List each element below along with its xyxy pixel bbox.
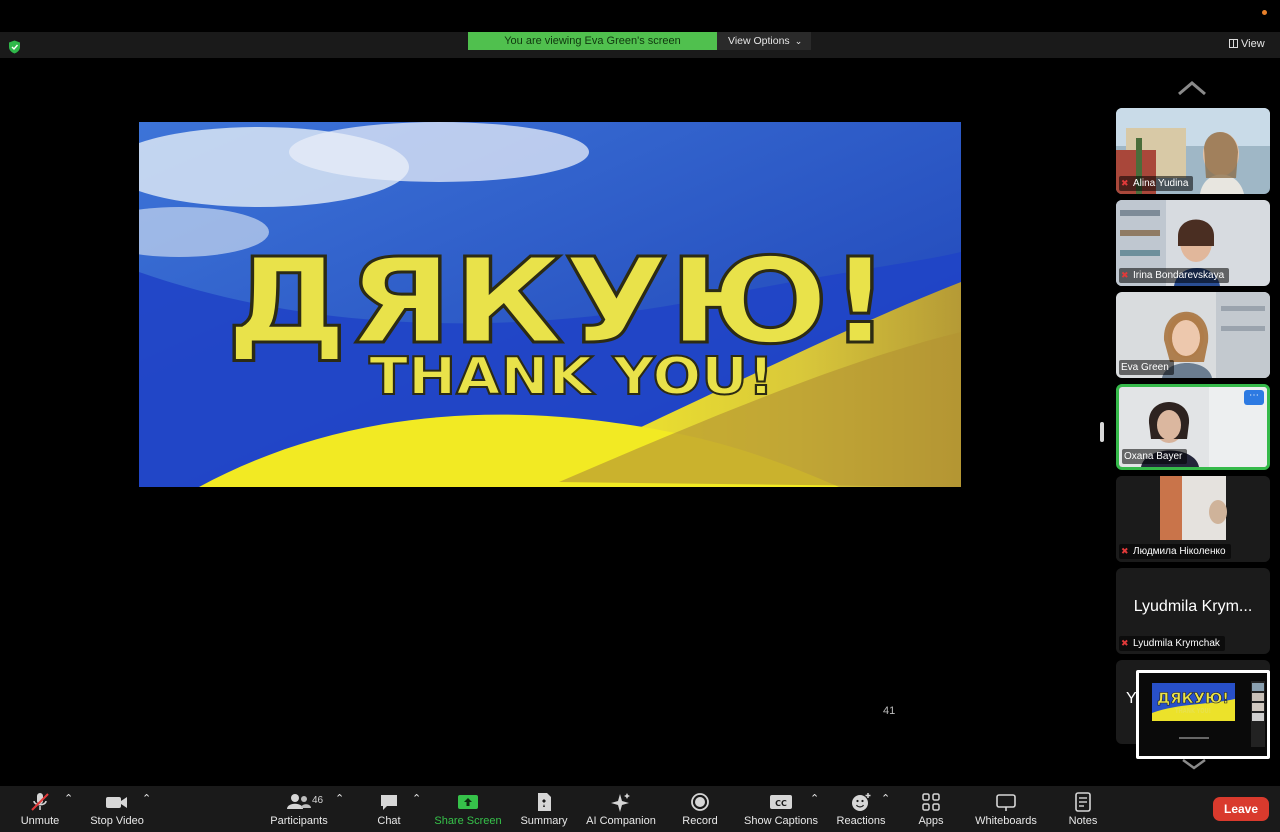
record-button[interactable]: Record	[680, 792, 720, 830]
summary-label: Summary	[520, 815, 568, 827]
thumbnail-image: ДЯКУЮ! THANK YOU!	[1139, 673, 1267, 756]
video-camera-icon	[106, 797, 127, 808]
whiteboards-label: Whiteboards	[975, 815, 1037, 827]
participant-tile[interactable]: ✖ Irina Bondarevskaya	[1116, 200, 1270, 286]
active-speaker-tile[interactable]: ⋯ Oxana Bayer	[1116, 384, 1270, 470]
share-screen-button[interactable]: Share Screen	[434, 792, 502, 830]
record-label: Record	[682, 815, 718, 827]
resize-handle[interactable]	[1100, 422, 1104, 442]
apps-grid-icon	[922, 793, 940, 811]
whiteboards-button[interactable]: Whiteboards	[970, 792, 1042, 830]
muted-mic-icon: ✖	[1121, 178, 1129, 188]
chat-label: Chat	[377, 815, 401, 827]
participant-tile[interactable]: Lyudmila Krym... ✖ Lyudmila Krymchak	[1116, 568, 1270, 654]
view-label: View	[1241, 38, 1265, 50]
notification-dot	[1262, 10, 1267, 15]
meeting-header: You are viewing Eva Green's screen View …	[0, 32, 1280, 58]
viewing-screen-banner: You are viewing Eva Green's screen	[468, 32, 717, 50]
participant-name: Oxana Bayer	[1122, 449, 1188, 464]
thumbnail-title-en: THANK YOU!	[1175, 707, 1211, 715]
notes-icon	[1075, 792, 1091, 812]
participant-name-text: Людмила Ніколенко	[1133, 546, 1226, 557]
participant-gallery: ✖ Alina Yudina ✖ Irina Bondarevskaya Eva G…	[1109, 78, 1280, 768]
participant-name: ✖ Irina Bondarevskaya	[1119, 268, 1230, 283]
ai-companion-button[interactable]: AI Companion	[585, 792, 657, 830]
video-options-caret-icon[interactable]: ⌃	[142, 792, 151, 830]
captions-caret-icon[interactable]: ⌃	[810, 792, 819, 830]
view-button[interactable]: View	[1229, 38, 1265, 50]
stop-video-label: Stop Video	[90, 815, 144, 827]
muted-microphone-icon	[31, 793, 49, 811]
summary-document-icon	[538, 793, 551, 811]
participant-name: ✖ Людмила Ніколенко	[1119, 544, 1231, 559]
participant-name-text: Lyudmila Krymchak	[1133, 638, 1220, 649]
chevron-up-icon[interactable]	[1177, 80, 1207, 96]
unmute-button[interactable]: Unmute	[18, 792, 62, 830]
screen-share-thumbnail[interactable]: ДЯКУЮ! THANK YOU!	[1136, 670, 1270, 759]
chevron-down-icon: ⌄	[794, 36, 803, 46]
reactions-label: Reactions	[836, 815, 886, 827]
participant-name-text: Eva Green	[1121, 362, 1169, 373]
participant-tile[interactable]: ✖ Alina Yudina	[1116, 108, 1270, 194]
record-icon	[691, 793, 709, 811]
participant-name-text: Alina Yudina	[1133, 178, 1189, 189]
muted-mic-icon: ✖	[1121, 270, 1129, 280]
thumbnail-title-ua: ДЯКУЮ!	[1157, 691, 1229, 707]
participant-tile[interactable]: Eva Green	[1116, 292, 1270, 378]
audio-options-caret-icon[interactable]: ⌃	[64, 792, 73, 830]
leave-button[interactable]: Leave	[1213, 797, 1269, 821]
slide-title-en: THANK YOU!	[369, 347, 774, 407]
reactions-button[interactable]: Reactions	[834, 792, 888, 830]
chevron-down-icon[interactable]	[1181, 758, 1207, 770]
title-bar	[0, 0, 1280, 32]
ai-sparkle-icon	[611, 793, 630, 812]
muted-mic-icon: ✖	[1121, 638, 1129, 648]
share-screen-label: Share Screen	[434, 815, 502, 827]
notes-button[interactable]: Notes	[1064, 792, 1102, 830]
share-screen-icon	[458, 795, 478, 809]
cc-text: CC	[775, 799, 787, 808]
view-options-label: View Options	[728, 35, 790, 47]
participants-caret-icon[interactable]: ⌃	[335, 792, 344, 830]
participant-name: Eva Green	[1119, 360, 1174, 375]
thank-you-slide: ДЯКУЮ! THANK YOU!	[139, 122, 961, 487]
reactions-emoji-icon	[852, 793, 871, 811]
participant-name-text: Irina Bondarevskaya	[1133, 270, 1225, 281]
whiteboard-icon	[996, 794, 1016, 811]
participants-count: 46	[312, 795, 324, 806]
participant-name-text: Oxana Bayer	[1124, 451, 1183, 462]
shield-icon[interactable]	[8, 40, 21, 54]
chat-caret-icon[interactable]: ⌃	[412, 792, 421, 830]
notes-label: Notes	[1068, 815, 1098, 827]
chat-button[interactable]: Chat	[372, 792, 406, 830]
ai-companion-label: AI Companion	[586, 815, 656, 827]
apps-label: Apps	[918, 815, 944, 827]
meeting-toolbar: Unmute ⌃ Stop Video ⌃ Participants 46 ⌃ …	[0, 786, 1280, 832]
participant-name: ✖ Alina Yudina	[1119, 176, 1194, 191]
participant-name: ✖ Lyudmila Krymchak	[1119, 636, 1225, 651]
more-options-icon[interactable]: ⋯	[1244, 390, 1264, 405]
reactions-caret-icon[interactable]: ⌃	[881, 792, 890, 830]
grid-view-icon	[1229, 39, 1238, 48]
show-captions-label: Show Captions	[744, 815, 818, 827]
shared-screen: ДЯКУЮ! THANK YOU! 41	[0, 122, 1099, 740]
show-captions-button[interactable]: CC Show Captions	[744, 792, 818, 830]
participant-tile[interactable]: ✖ Людмила Ніколенко	[1116, 476, 1270, 562]
chat-bubble-icon	[381, 795, 397, 810]
stop-video-button[interactable]: Stop Video	[88, 792, 146, 830]
muted-mic-icon: ✖	[1121, 546, 1129, 556]
summary-button[interactable]: Summary	[518, 792, 570, 830]
view-options-button[interactable]: View Options ⌄	[717, 32, 811, 50]
unmute-label: Unmute	[20, 815, 60, 827]
slide-page-number: 41	[883, 705, 896, 717]
participants-icon	[287, 794, 311, 809]
participant-display-name: Lyudmila Krym...	[1133, 598, 1253, 615]
apps-button[interactable]: Apps	[914, 792, 948, 830]
flag-background: ДЯКУЮ! THANK YOU!	[139, 122, 961, 487]
closed-captions-icon: CC	[770, 795, 792, 809]
